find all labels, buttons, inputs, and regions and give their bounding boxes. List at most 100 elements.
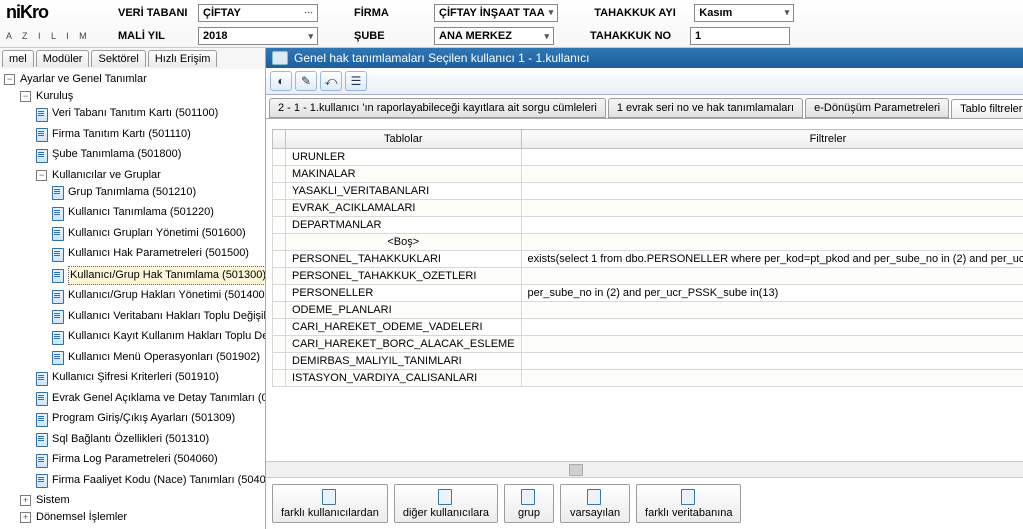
- cell-filter[interactable]: [521, 302, 1023, 319]
- cell-filter[interactable]: [521, 370, 1023, 387]
- table-row[interactable]: URUNLER: [273, 149, 1023, 166]
- cell-filter[interactable]: [521, 319, 1023, 336]
- subtab-0[interactable]: 2 - 1 - 1.kullanıcı 'ın raporlayabileceğ…: [269, 98, 606, 118]
- cell-table[interactable]: ODEME_PLANLARI: [286, 302, 522, 319]
- cell-table[interactable]: URUNLER: [286, 149, 522, 166]
- expand-icon[interactable]: +: [20, 495, 31, 506]
- tree-kullanicilar[interactable]: − Kullanıcılar ve Gruplar: [36, 167, 161, 184]
- table-row[interactable]: ISTASYON_VARDIYA_CALISANLARI: [273, 370, 1023, 387]
- row-handle[interactable]: [273, 353, 286, 370]
- table-row[interactable]: DEMIRBAS_MALIYIL_TANIMLARI: [273, 353, 1023, 370]
- left-tab-2[interactable]: Sektörel: [91, 50, 145, 67]
- cell-filter[interactable]: [521, 268, 1023, 285]
- db-field[interactable]: ÇİFTAY ⋯: [198, 4, 318, 22]
- tree-item[interactable]: Firma Tanıtım Kartı (501110): [36, 126, 191, 143]
- cell-filter[interactable]: [521, 353, 1023, 370]
- cell-table[interactable]: ISTASYON_VARDIYA_CALISANLARI: [286, 370, 522, 387]
- cell-filter[interactable]: [521, 149, 1023, 166]
- tree-item[interactable]: Veri Tabanı Tanıtım Kartı (501100): [36, 105, 218, 122]
- cell-filter[interactable]: [521, 183, 1023, 200]
- cell-filter[interactable]: [521, 234, 1023, 251]
- tree-item[interactable]: Evrak Genel Açıklama ve Detay Tanımları …: [36, 390, 265, 407]
- row-handle[interactable]: [273, 149, 286, 166]
- btn-from-users[interactable]: farklı kullanıcılardan: [272, 484, 388, 523]
- toolbar-btn-2[interactable]: ✎: [295, 71, 317, 91]
- cell-table[interactable]: DEMIRBAS_MALIYIL_TANIMLARI: [286, 353, 522, 370]
- left-tab-3[interactable]: Hızlı Erişim: [148, 50, 218, 67]
- row-handle[interactable]: [273, 302, 286, 319]
- tree-root[interactable]: − Ayarlar ve Genel Tanımlar: [4, 71, 147, 88]
- row-handle[interactable]: [273, 217, 286, 234]
- tree-item[interactable]: Sql Bağlantı Özellikleri (501310): [36, 431, 209, 448]
- cell-filter[interactable]: [521, 217, 1023, 234]
- toolbar-btn-4[interactable]: ☰: [345, 71, 367, 91]
- tree-item[interactable]: Grup Tanımlama (501210): [52, 184, 196, 201]
- table-row[interactable]: PERSONEL_TAHAKKUK_OZETLERI: [273, 268, 1023, 285]
- row-handle[interactable]: [273, 166, 286, 183]
- row-handle[interactable]: [273, 319, 286, 336]
- row-handle[interactable]: [273, 200, 286, 217]
- cell-filter[interactable]: [521, 166, 1023, 183]
- tree-item[interactable]: Kullanıcı Grupları Yönetimi (501600): [52, 225, 246, 242]
- tree-item[interactable]: Kullanıcı Kayıt Kullanım Hakları Toplu D…: [52, 328, 265, 345]
- row-handle[interactable]: [273, 234, 286, 251]
- tree-item[interactable]: Kullanıcı/Grup Hak Tanımlama (501300): [52, 266, 265, 285]
- tree-item[interactable]: Şube Tanımlama (501800): [36, 146, 181, 163]
- tree-item[interactable]: Firma Faaliyet Kodu (Nace) Tanımları (50…: [36, 472, 265, 489]
- table-row[interactable]: MAKINALAR: [273, 166, 1023, 183]
- row-handle[interactable]: [273, 336, 286, 353]
- table-row[interactable]: <Boş>: [273, 234, 1023, 251]
- table-row[interactable]: DEPARTMANLAR: [273, 217, 1023, 234]
- cell-table[interactable]: <Boş>: [286, 234, 522, 251]
- row-handle[interactable]: [273, 370, 286, 387]
- col-filtreler[interactable]: Filtreler: [521, 130, 1023, 149]
- btn-other-db[interactable]: farklı veritabanına: [636, 484, 741, 523]
- cell-table[interactable]: CARI_HAREKET_BORC_ALACAK_ESLEME: [286, 336, 522, 353]
- collapse-icon[interactable]: −: [4, 74, 15, 85]
- left-tab-1[interactable]: Modüler: [36, 50, 90, 67]
- btn-group[interactable]: grup: [504, 484, 554, 523]
- branch-field[interactable]: ANA MERKEZ ▾: [434, 27, 554, 45]
- table-row[interactable]: PERSONEL_TAHAKKUKLARIexists(select 1 fro…: [273, 251, 1023, 268]
- expand-icon[interactable]: +: [20, 512, 31, 523]
- toolbar-btn-1[interactable]: ◐: [270, 71, 292, 91]
- horizontal-scrollbar[interactable]: [266, 461, 1023, 477]
- cell-table[interactable]: CARI_HAREKET_ODEME_VADELERI: [286, 319, 522, 336]
- table-row[interactable]: YASAKLI_VERITABANLARI: [273, 183, 1023, 200]
- subtab-2[interactable]: e-Dönüşüm Parametreleri: [805, 98, 949, 118]
- cell-filter[interactable]: per_sube_no in (2) and per_ucr_PSSK_sube…: [521, 285, 1023, 302]
- row-handle[interactable]: [273, 268, 286, 285]
- row-handle[interactable]: [273, 183, 286, 200]
- btn-default[interactable]: varsayılan: [560, 484, 630, 523]
- cell-filter[interactable]: exists(select 1 from dbo.PERSONELLER whe…: [521, 251, 1023, 268]
- filter-table[interactable]: Tablolar Filtreler URUNLERMAKINALARYASAK…: [272, 129, 1023, 387]
- cell-table[interactable]: PERSONELLER: [286, 285, 522, 302]
- subtab-3[interactable]: Tablo filtreleri: [951, 99, 1023, 119]
- tree-item[interactable]: Kullanıcı Tanımlama (501220): [52, 204, 214, 221]
- left-tab-0[interactable]: mel: [2, 50, 34, 67]
- table-row[interactable]: CARI_HAREKET_ODEME_VADELERI: [273, 319, 1023, 336]
- row-handle[interactable]: [273, 251, 286, 268]
- table-row[interactable]: PERSONELLERper_sube_no in (2) and per_uc…: [273, 285, 1023, 302]
- cell-table[interactable]: PERSONEL_TAHAKKUKLARI: [286, 251, 522, 268]
- subtab-1[interactable]: 1 evrak seri no ve hak tanımlamaları: [608, 98, 803, 118]
- tree-item[interactable]: Kullanıcı/Grup Hakları Yönetimi (501400): [52, 287, 265, 304]
- cell-table[interactable]: MAKINALAR: [286, 166, 522, 183]
- no-field[interactable]: 1: [690, 27, 790, 45]
- nav-tree[interactable]: − Ayarlar ve Genel Tanımlar − Kuruluş Ve…: [0, 69, 265, 529]
- cell-table[interactable]: DEPARTMANLAR: [286, 217, 522, 234]
- tree-item[interactable]: Program Giriş/Çıkış Ayarları (501309): [36, 410, 235, 427]
- tree-item[interactable]: Kullanıcı Hak Parametreleri (501500): [52, 245, 249, 262]
- year-field[interactable]: 2018 ▾: [198, 27, 318, 45]
- table-row[interactable]: ODEME_PLANLARI: [273, 302, 1023, 319]
- firm-field[interactable]: ÇİFTAY İNŞAAT TAA ▾: [434, 4, 558, 22]
- collapse-icon[interactable]: −: [36, 170, 47, 181]
- cell-filter[interactable]: [521, 336, 1023, 353]
- cell-table[interactable]: EVRAK_ACIKLAMALARI: [286, 200, 522, 217]
- table-row[interactable]: EVRAK_ACIKLAMALARI: [273, 200, 1023, 217]
- row-handle[interactable]: [273, 285, 286, 302]
- toolbar-btn-3[interactable]: ⤺: [320, 71, 342, 91]
- tree-item[interactable]: Kullanıcı Menü Operasyonları (501902): [52, 349, 260, 366]
- month-field[interactable]: Kasım ▾: [694, 4, 794, 22]
- btn-to-users[interactable]: diğer kullanıcılara: [394, 484, 498, 523]
